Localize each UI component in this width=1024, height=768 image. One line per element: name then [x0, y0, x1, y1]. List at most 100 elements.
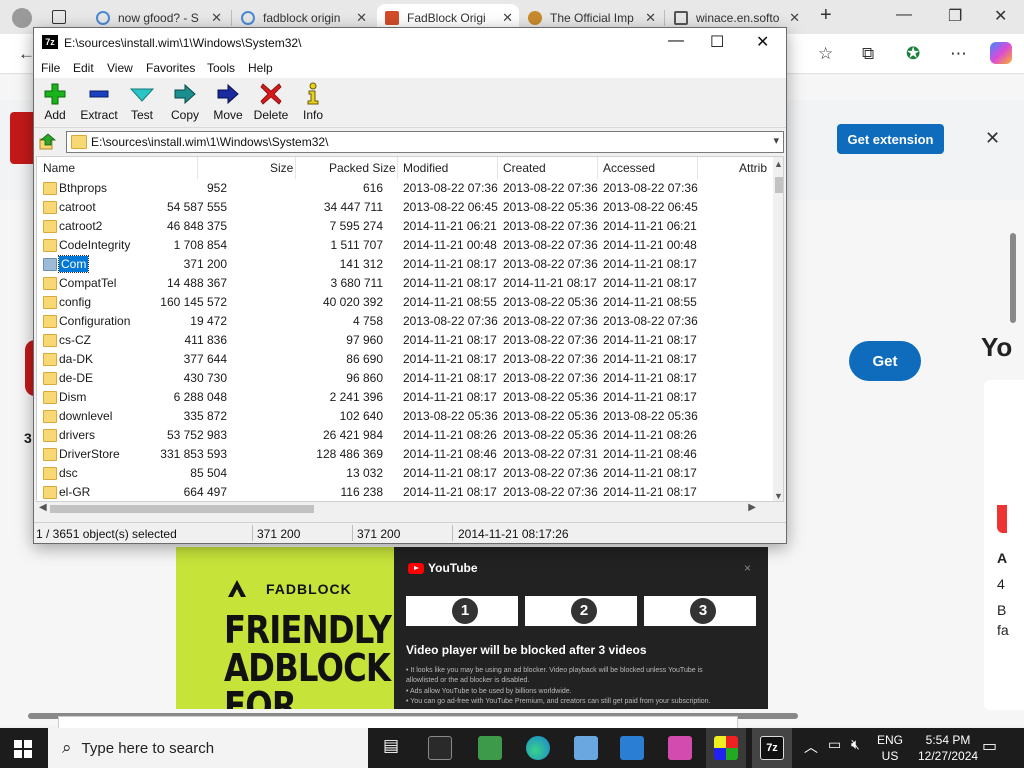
- menu-edit[interactable]: Edit: [73, 61, 94, 75]
- table-row[interactable]: DriverStore 331 853 593 128 486 369 2014-11…: [37, 445, 775, 464]
- table-row[interactable]: Dism 6 288 048 2 241 396 2014-11-21 08:17 20…: [37, 388, 775, 407]
- up-folder-icon[interactable]: [39, 133, 57, 151]
- scroll-left-icon[interactable]: ◀: [39, 502, 47, 513]
- close-ad-icon[interactable]: ×: [744, 561, 751, 575]
- column-accessed[interactable]: Accessed: [603, 161, 655, 175]
- windows-start-icon[interactable]: [14, 740, 32, 758]
- table-row[interactable]: drivers 53 752 983 26 421 984 2014-11-21 08…: [37, 426, 775, 445]
- table-row[interactable]: el-GR 664 497 116 238 2014-11-21 08:17 2013-…: [37, 483, 775, 501]
- column-attrib[interactable]: Attrib: [739, 161, 767, 175]
- edge-app-icon[interactable]: [526, 736, 550, 760]
- table-row[interactable]: cs-CZ 411 836 97 960 2014-11-21 08:17 2013-0…: [37, 331, 775, 350]
- mail-app-icon[interactable]: [668, 736, 692, 760]
- add-label: Add: [44, 108, 66, 122]
- test-button[interactable]: Test: [119, 82, 165, 124]
- table-row[interactable]: Bthprops 952 616 2013-08-22 07:36 2013-08-22…: [37, 179, 775, 198]
- scroll-thumb[interactable]: [775, 177, 783, 193]
- list-vertical-scrollbar[interactable]: ▲ ▼: [773, 157, 783, 501]
- list-horizontal-scrollbar[interactable]: ◀ ▶: [36, 502, 770, 516]
- task-view-icon[interactable]: ▤: [383, 736, 399, 756]
- column-divider[interactable]: [597, 157, 598, 179]
- more-icon[interactable]: ⋯: [950, 44, 967, 64]
- chevron-down-icon[interactable]: ▾: [773, 134, 779, 147]
- close-tab-icon[interactable]: ✕: [789, 10, 800, 26]
- table-row[interactable]: CodeIntegrity 1 708 854 1 511 707 2014-11-2…: [37, 236, 775, 255]
- page-vertical-scrollbar[interactable]: [1008, 215, 1018, 705]
- menu-favorites[interactable]: Favorites: [146, 61, 195, 75]
- scroll-down-icon[interactable]: ▼: [774, 491, 783, 501]
- 7zip-app-icon[interactable]: 7z: [760, 736, 784, 760]
- title-bar[interactable]: 7z E:\sources\install.wim\1\Windows\Syst…: [34, 28, 786, 58]
- close-window-icon[interactable]: ✕: [756, 32, 769, 52]
- table-row[interactable]: Com 371 200 141 312 2014-11-21 08:17 2013-08…: [37, 255, 775, 274]
- add-button[interactable]: Add: [32, 82, 78, 124]
- column-size[interactable]: Size: [270, 161, 293, 175]
- table-row[interactable]: de-DE 430 730 96 860 2014-11-21 08:17 2013-0…: [37, 369, 775, 388]
- delete-button[interactable]: Delete: [248, 82, 294, 124]
- path-field[interactable]: E:\sources\install.wim\1\Windows\System3…: [66, 131, 784, 153]
- file-list[interactable]: Name Size Packed Size Modified Created A…: [36, 156, 784, 502]
- maximize-icon[interactable]: ☐: [710, 32, 724, 52]
- menu-view[interactable]: View: [107, 61, 133, 75]
- get-extension-button[interactable]: Get extension: [837, 124, 944, 154]
- terminal-app-icon[interactable]: [428, 736, 452, 760]
- table-row[interactable]: dsc 85 504 13 032 2014-11-21 08:17 2013-08-2…: [37, 464, 775, 483]
- menu-file[interactable]: File: [41, 61, 60, 75]
- new-tab-icon[interactable]: +: [820, 4, 832, 27]
- copilot-icon[interactable]: [990, 42, 1012, 64]
- table-row[interactable]: da-DK 377 644 86 690 2014-11-21 08:17 2013-0…: [37, 350, 775, 369]
- favorites-icon[interactable]: ☆: [818, 44, 833, 64]
- minimize-icon[interactable]: —: [668, 32, 684, 50]
- minimize-icon[interactable]: —: [896, 6, 912, 24]
- column-modified[interactable]: Modified: [403, 161, 448, 175]
- table-row[interactable]: catroot2 46 848 375 7 595 274 2014-11-21 06…: [37, 217, 775, 236]
- menu-help[interactable]: Help: [248, 61, 273, 75]
- collections-icon[interactable]: ⧉: [862, 44, 874, 64]
- restore-icon[interactable]: ❐: [948, 6, 962, 26]
- close-tab-icon[interactable]: ✕: [645, 10, 656, 26]
- scroll-thumb[interactable]: [1010, 233, 1016, 323]
- table-row[interactable]: config 160 145 572 40 020 392 2014-11-21 08…: [37, 293, 775, 312]
- column-name[interactable]: Name: [43, 161, 75, 175]
- notification-icon[interactable]: ▭: [982, 736, 997, 756]
- copy-button[interactable]: Copy: [162, 82, 208, 124]
- photos-app-icon[interactable]: [574, 736, 598, 760]
- installer-app-icon[interactable]: [478, 736, 502, 760]
- column-divider[interactable]: [697, 157, 698, 179]
- get-button[interactable]: Get: [849, 341, 921, 381]
- column-divider[interactable]: [295, 157, 296, 179]
- close-banner-icon[interactable]: ✕: [985, 128, 1000, 149]
- scroll-thumb[interactable]: [50, 505, 314, 513]
- close-tab-icon[interactable]: ✕: [211, 10, 222, 26]
- extension-icon[interactable]: ✪: [906, 44, 920, 64]
- column-divider[interactable]: [197, 157, 198, 179]
- extract-button[interactable]: Extract: [76, 82, 122, 124]
- screen-app-icon[interactable]: [620, 736, 644, 760]
- profile-avatar-icon[interactable]: [12, 8, 32, 28]
- scroll-up-icon[interactable]: ▲: [774, 159, 783, 169]
- tab-actions-icon[interactable]: [52, 10, 66, 24]
- close-window-icon[interactable]: ✕: [994, 6, 1007, 26]
- table-row[interactable]: CompatTel 14 488 367 3 680 711 2014-11-21 0…: [37, 274, 775, 293]
- column-packed-size[interactable]: Packed Size: [329, 161, 396, 175]
- close-tab-icon[interactable]: ✕: [356, 10, 367, 26]
- network-icon[interactable]: ▭: [828, 736, 841, 753]
- chevron-up-icon[interactable]: ︿: [804, 737, 818, 757]
- table-row[interactable]: catroot 54 587 555 34 447 711 2013-08-22 06…: [37, 198, 775, 217]
- fadblock-ad[interactable]: FADBLOCK FRIENDLY ADBLOCK FOR YouTube × …: [176, 547, 768, 709]
- taskbar-search-box[interactable]: ⌕ Type here to search: [48, 728, 368, 768]
- column-created[interactable]: Created: [503, 161, 546, 175]
- input-language[interactable]: ENG US: [877, 732, 903, 764]
- menu-tools[interactable]: Tools: [207, 61, 235, 75]
- column-divider[interactable]: [497, 157, 498, 179]
- column-divider[interactable]: [397, 157, 398, 179]
- clock[interactable]: 5:54 PM 12/27/2024: [918, 732, 978, 764]
- move-button[interactable]: Move: [205, 82, 251, 124]
- paint-app-icon[interactable]: [714, 736, 738, 760]
- scroll-right-icon[interactable]: ▶: [748, 502, 756, 513]
- table-row[interactable]: downlevel 335 872 102 640 2013-08-22 05:36 2…: [37, 407, 775, 426]
- table-row[interactable]: Configuration 19 472 4 758 2013-08-22 07:36…: [37, 312, 775, 331]
- info-button[interactable]: Info: [290, 82, 336, 124]
- volume-muted-icon[interactable]: 🔇︎: [851, 736, 860, 753]
- close-tab-icon[interactable]: ✕: [502, 10, 513, 26]
